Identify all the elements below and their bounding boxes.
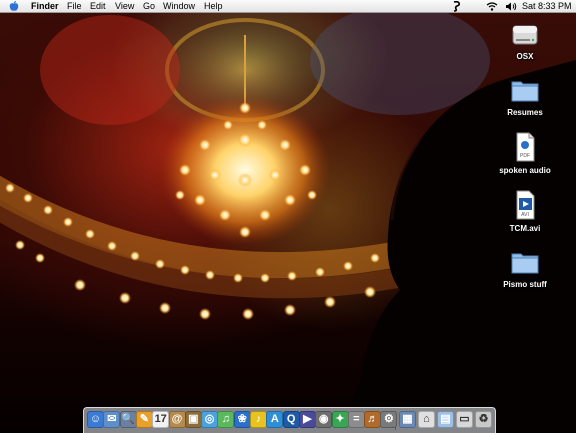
preview-icon[interactable]: ▣: [184, 411, 202, 428]
calculator-icon[interactable]: =: [347, 411, 365, 428]
paint-icon[interactable]: ✎: [135, 411, 153, 428]
hard-drive-icon: [512, 25, 538, 45]
desktop-icon-pismo-stuff[interactable]: Pismo stuff: [495, 248, 555, 289]
desktop[interactable]: Finder File Edit View Go Window Help Sat…: [0, 0, 576, 433]
dock-item-glyph: ✉: [107, 413, 117, 425]
script-menu-icon[interactable]: [452, 0, 461, 12]
dock-item-glyph: ▶: [303, 413, 312, 425]
dock-item-glyph: =: [353, 413, 360, 425]
dock-item-glyph: ▦: [402, 413, 413, 425]
folder-icon: [511, 253, 539, 274]
image-document-icon[interactable]: ▦: [399, 411, 416, 428]
file-badge: PDF: [520, 153, 530, 159]
dock-item-glyph: 🔍: [121, 413, 135, 425]
address-book-icon[interactable]: @: [168, 411, 186, 428]
apple-menu-icon[interactable]: [9, 1, 19, 12]
system-preferences-icon[interactable]: ⚙: [380, 411, 398, 428]
bird-app-icon[interactable]: ✦: [331, 411, 349, 428]
desktop-icon-label: spoken audio: [499, 166, 551, 175]
dock-item-glyph: ♬: [367, 413, 379, 425]
desktop-icon-label: OSX: [516, 52, 534, 61]
dock-item-glyph: A: [270, 413, 279, 425]
guitar-app-icon[interactable]: ♬: [364, 411, 382, 428]
desktop-icon-tcm-avi[interactable]: AVI TCM.avi: [495, 190, 555, 233]
desktop-icon-label: Resumes: [507, 108, 543, 117]
view-menu[interactable]: View: [115, 0, 134, 12]
sherlock-icon[interactable]: 🔍: [119, 411, 137, 428]
window-minimized-icon[interactable]: ▭: [456, 411, 473, 428]
window-menu[interactable]: Window: [163, 0, 195, 12]
dock-item-glyph: ⌂: [423, 413, 430, 425]
menu-clock[interactable]: Sat 8:33 PM: [522, 0, 572, 12]
dock-item-glyph: Q: [286, 413, 296, 425]
imovie-icon[interactable]: ▶: [298, 411, 316, 428]
wifi-icon[interactable]: [486, 2, 498, 11]
file-menu[interactable]: File: [67, 0, 82, 12]
dock-item-glyph: ☺: [89, 413, 102, 425]
ichat-icon[interactable]: A: [266, 411, 284, 428]
dock-item-glyph: 17: [154, 413, 167, 425]
dock-item-glyph: ◉: [318, 413, 329, 425]
dock: ☺ ✉ 🔍 ✎ 17 @ ▣ ◎ ♫ ❀ ♪ A Q ▶ ◉ ✦ = ♬ ⚙ ▦ ⌂ ▤ ▭ ♻: [83, 407, 496, 433]
dock-item-glyph: ▣: [188, 413, 199, 425]
dock-item-glyph: ◎: [204, 413, 215, 425]
dock-item-glyph: ▭: [459, 413, 470, 425]
trash-icon[interactable]: ♻: [475, 411, 492, 428]
calendar-icon[interactable]: 17: [152, 411, 170, 428]
volume-icon[interactable]: [506, 2, 517, 11]
menu-bar: Finder File Edit View Go Window Help Sat…: [0, 0, 576, 13]
applications-folder-icon[interactable]: ▤: [437, 411, 454, 428]
dock-item-glyph: ✦: [335, 413, 345, 425]
desktop-icon-label: TCM.avi: [509, 224, 541, 233]
itunes-icon[interactable]: ♫: [217, 411, 235, 428]
edit-menu[interactable]: Edit: [90, 0, 106, 12]
finder-menu[interactable]: Finder: [31, 0, 59, 12]
file-badge: AVI: [521, 212, 529, 218]
desktop-icon-label: Pismo stuff: [503, 280, 547, 289]
mail-icon[interactable]: ✉: [103, 411, 121, 428]
wallpaper-image: [0, 5, 576, 432]
help-menu[interactable]: Help: [204, 0, 223, 12]
iphoto-icon[interactable]: ❀: [233, 411, 251, 428]
dock-item-glyph: ♪: [255, 413, 262, 425]
safari-icon[interactable]: ◎: [201, 411, 219, 428]
quicktime-icon[interactable]: Q: [282, 411, 300, 428]
dock-item-glyph: @: [171, 413, 183, 425]
video-file-icon: AVI: [516, 190, 535, 220]
dock-item-glyph: ♻: [478, 413, 489, 425]
dock-item-glyph: ⚙: [383, 413, 394, 425]
desktop-icon-osx[interactable]: OSX: [495, 20, 555, 61]
dock-item-glyph: ❀: [237, 413, 247, 425]
dock-item-glyph: ✎: [139, 413, 149, 425]
folder-icon: [511, 81, 539, 102]
pdf-document-icon: PDF: [516, 132, 535, 162]
idvd-icon[interactable]: ◉: [315, 411, 333, 428]
garageband-icon[interactable]: ♪: [250, 411, 267, 428]
desktop-icon-spoken-audio[interactable]: PDF spoken audio: [495, 132, 555, 175]
finder-icon[interactable]: ☺: [87, 411, 104, 428]
home-folder-icon[interactable]: ⌂: [418, 411, 435, 428]
dock-item-glyph: ▤: [440, 413, 451, 425]
desktop-icon-resumes[interactable]: Resumes: [495, 76, 555, 117]
go-menu[interactable]: Go: [143, 0, 155, 12]
dock-item-glyph: ♫: [221, 413, 231, 425]
